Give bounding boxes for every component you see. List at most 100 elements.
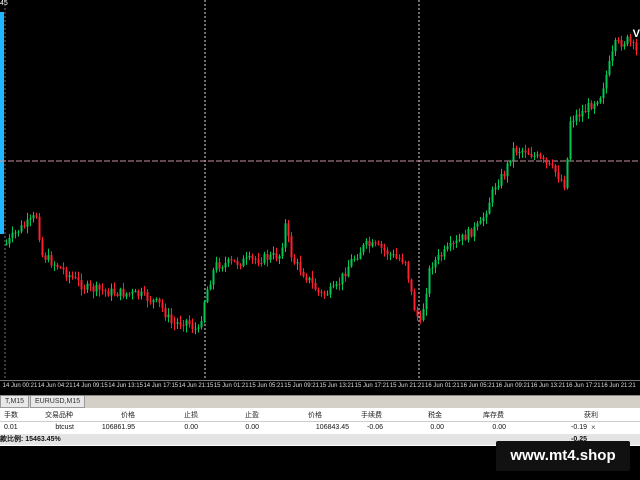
candle-body — [38, 216, 41, 240]
cell-open-price: 106861.95 — [101, 424, 135, 431]
candle-body — [551, 163, 554, 166]
candle-body — [164, 307, 167, 318]
candle-body — [539, 154, 542, 158]
cell-profit: -0.19 — [571, 424, 587, 431]
candle-body — [326, 294, 329, 296]
cell-swap: 0.00 — [492, 424, 506, 431]
time-axis-label: 16 Jun 05:21 — [460, 383, 495, 389]
candle-body — [602, 88, 605, 98]
close-order-icon[interactable]: × — [591, 422, 596, 433]
candle-body — [458, 239, 461, 241]
candle-body — [260, 262, 263, 264]
candle-body — [50, 255, 53, 266]
candle-body — [383, 247, 386, 251]
candle-body — [548, 163, 551, 165]
candle-body — [506, 163, 509, 177]
candle-body — [344, 273, 347, 277]
candle-body — [560, 179, 563, 181]
table-row[interactable]: 0.01 btcust 106861.95 0.00 0.00 106843.4… — [0, 422, 640, 433]
time-axis-label: 14 Jun 17:15 — [143, 383, 179, 389]
candle-body — [137, 290, 140, 297]
candle-body — [194, 328, 197, 330]
candle-body — [266, 254, 269, 260]
candle-body — [515, 148, 518, 153]
candle-body — [491, 189, 494, 203]
chart-tabs-bar: T,M15 EURUSD,M15 — [0, 395, 640, 408]
candle-body — [296, 262, 299, 264]
candle-body — [488, 202, 491, 214]
candle-body — [26, 219, 29, 227]
candle-body — [62, 267, 65, 270]
candle-body — [374, 242, 377, 244]
candle-body — [341, 273, 344, 285]
candle-body — [47, 255, 50, 260]
candle-body — [617, 40, 620, 42]
candle-body — [44, 255, 47, 260]
candle-body — [272, 252, 275, 255]
time-axis-label: 14 Jun 09:15 — [73, 383, 108, 389]
candle-body — [452, 243, 455, 245]
candle-body — [176, 322, 179, 324]
candle-body — [203, 302, 206, 322]
candle-body — [614, 40, 617, 52]
candle-body — [95, 284, 98, 292]
side-marker-label: V — [632, 28, 640, 40]
candle-body — [329, 286, 332, 295]
candle-body — [626, 36, 629, 45]
candle-body — [56, 264, 59, 268]
candle-body — [362, 244, 365, 253]
candle-body — [239, 264, 242, 267]
candle-body — [11, 232, 14, 238]
candle-body — [320, 291, 323, 293]
candle-body — [377, 243, 380, 245]
candle-body — [443, 249, 446, 257]
candle-body — [446, 246, 449, 250]
candle-body — [584, 110, 587, 113]
candle-body — [398, 257, 401, 259]
time-axis-label: 14 Jun 21:15 — [178, 383, 214, 389]
candle-body — [335, 284, 338, 286]
candle-body — [509, 160, 512, 164]
candle-body — [188, 320, 191, 325]
candle-body — [293, 257, 296, 264]
candle-body — [143, 291, 146, 293]
candle-body — [224, 262, 227, 268]
candle-body — [233, 260, 236, 262]
price-chart[interactable]: 45 V — [0, 0, 640, 380]
candle-body — [545, 159, 548, 164]
candle-body — [299, 262, 302, 272]
candle-body — [599, 97, 602, 103]
candle-body — [419, 316, 422, 321]
candle-body — [323, 292, 326, 295]
candle-body — [347, 266, 350, 277]
candle-body — [386, 250, 389, 255]
candle-body — [317, 289, 320, 292]
candle-body — [389, 254, 392, 256]
candlestick-chart[interactable] — [0, 0, 640, 380]
candle-body — [371, 242, 374, 247]
candle-body — [500, 173, 503, 186]
candle-body — [290, 236, 293, 258]
candle-body — [314, 282, 317, 290]
candle-body — [32, 215, 35, 219]
candle-body — [245, 257, 248, 259]
candle-body — [365, 240, 368, 245]
candle-body — [566, 158, 569, 188]
candle-body — [230, 259, 233, 261]
candle-body — [206, 289, 209, 303]
candle-body — [608, 60, 611, 75]
candle-body — [179, 322, 182, 325]
candle-body — [578, 114, 581, 117]
candle-body — [596, 102, 599, 104]
candle-body — [263, 254, 266, 264]
time-axis-label: 16 Jun 21:21 — [601, 383, 636, 389]
time-axis-label: 15 Jun 17:21 — [354, 383, 390, 389]
candle-body — [71, 275, 74, 278]
candle-body — [605, 74, 608, 89]
candle-body — [437, 254, 440, 260]
candle-body — [527, 152, 530, 154]
tab-eurusd-m15[interactable]: EURUSD,M15 — [30, 396, 86, 408]
candle-body — [152, 300, 155, 303]
tab-chart-1[interactable]: T,M15 — [0, 396, 30, 408]
candle-body — [554, 165, 557, 173]
